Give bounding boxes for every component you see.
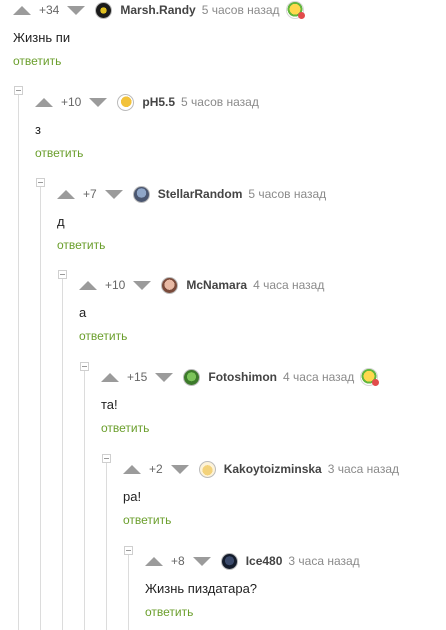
collapse-toggle[interactable] (58, 270, 67, 279)
downvote-icon[interactable] (133, 280, 152, 290)
downvote-icon[interactable] (67, 5, 86, 15)
comment-header: +10 McNamara 4 часа назад (79, 275, 324, 295)
upvote-icon[interactable] (123, 464, 141, 474)
comment-header: +15 Fotoshimon 4 часа назад (101, 367, 380, 387)
comment-time[interactable]: 5 часов назад (248, 187, 326, 201)
comment-rating: +15 (127, 370, 148, 384)
comment-rating: +7 (83, 187, 97, 201)
author-name[interactable]: Marsh.Randy (120, 3, 195, 17)
upvote-icon[interactable] (79, 280, 97, 290)
downvote-icon[interactable] (155, 372, 174, 382)
comment-rating: +2 (149, 462, 163, 476)
upvote-icon[interactable] (101, 372, 119, 382)
author-name[interactable]: StellarRandom (158, 187, 243, 201)
reply-link[interactable]: ответить (101, 421, 149, 435)
downvote-icon[interactable] (89, 97, 108, 107)
thread-line (40, 186, 41, 630)
comment-rating: +10 (61, 95, 82, 109)
author-name[interactable]: McNamara (186, 278, 247, 292)
comment-time[interactable]: 3 часа назад (328, 462, 399, 476)
comment-rating: +8 (171, 554, 185, 568)
comment-text: д (57, 214, 65, 229)
comment-text: з (35, 122, 41, 137)
avatar[interactable] (95, 1, 113, 19)
avatar[interactable] (132, 185, 150, 203)
downvote-icon[interactable] (192, 556, 211, 566)
author-name[interactable]: Fotoshimon (208, 370, 277, 384)
thread-line (106, 462, 107, 630)
comment-rating: +34 (39, 3, 60, 17)
avatar[interactable] (183, 368, 201, 386)
comment-rating: +10 (105, 278, 126, 292)
avatar[interactable] (117, 93, 135, 111)
upvote-icon[interactable] (35, 97, 53, 107)
comment-text: а (79, 305, 87, 320)
comment-text: Жизнь пиздатара? (145, 581, 258, 596)
comment-header: +34 Marsh.Randy 5 часов назад (13, 0, 305, 20)
reply-link[interactable]: ответить (13, 54, 61, 68)
thread-line (18, 94, 19, 630)
comment-time[interactable]: 4 часа назад (283, 370, 354, 384)
comment-text: Жизнь пи (13, 30, 71, 45)
avatar[interactable] (220, 552, 238, 570)
comment-text: ра! (123, 489, 142, 504)
downvote-icon[interactable] (170, 464, 189, 474)
comment-time[interactable]: 3 часа назад (288, 554, 359, 568)
comment-header: +8 Ice480 3 часа назад (145, 551, 360, 571)
author-name[interactable]: pH5.5 (142, 95, 175, 109)
comment-time[interactable]: 4 часа назад (253, 278, 324, 292)
collapse-toggle[interactable] (14, 86, 23, 95)
collapse-toggle[interactable] (80, 362, 89, 371)
comment-header: +2 Kakoytoizminska 3 часа назад (123, 459, 399, 479)
reply-link[interactable]: ответить (145, 605, 193, 619)
downvote-icon[interactable] (104, 189, 123, 199)
thread-line (128, 554, 129, 630)
award-icon[interactable] (360, 368, 380, 386)
collapse-toggle[interactable] (36, 178, 45, 187)
comment-time[interactable]: 5 часов назад (202, 3, 280, 17)
avatar[interactable] (161, 276, 179, 294)
reply-link[interactable]: ответить (35, 146, 83, 160)
author-name[interactable]: Kakoytoizminska (224, 462, 322, 476)
upvote-icon[interactable] (13, 5, 31, 15)
thread-line (62, 278, 63, 630)
reply-link[interactable]: ответить (79, 329, 127, 343)
reply-link[interactable]: ответить (123, 513, 171, 527)
thread-line (84, 370, 85, 630)
avatar[interactable] (198, 460, 216, 478)
upvote-icon[interactable] (57, 189, 75, 199)
comment-text: та! (101, 397, 118, 412)
reply-link[interactable]: ответить (57, 238, 105, 252)
collapse-toggle[interactable] (102, 454, 111, 463)
upvote-icon[interactable] (145, 556, 163, 566)
collapse-toggle[interactable] (124, 546, 133, 555)
award-icon[interactable] (285, 1, 305, 19)
comment-header: +10 pH5.5 5 часов назад (35, 92, 259, 112)
comment-header: +7 StellarRandom 5 часов назад (57, 184, 326, 204)
comment-time[interactable]: 5 часов назад (181, 95, 259, 109)
author-name[interactable]: Ice480 (246, 554, 283, 568)
